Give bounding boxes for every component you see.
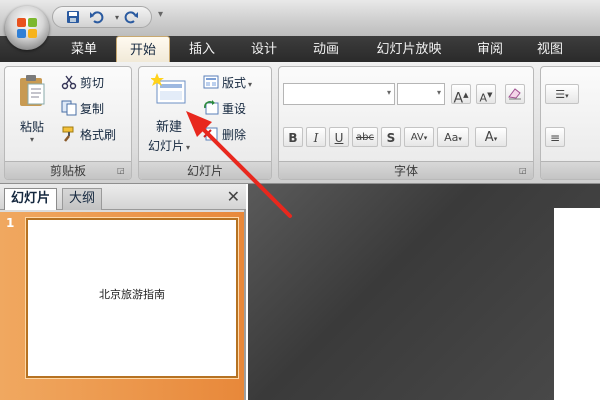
format-painter-icon [62, 126, 74, 142]
tab-outline[interactable]: 大纲 [62, 188, 103, 210]
slide-panel: 幻灯片 大纲 ✕ 1 北京旅游指南 [0, 184, 246, 400]
layout-icon [203, 75, 219, 89]
bold-button[interactable]: B [283, 127, 303, 147]
customize-toolbar-icon[interactable]: ▾ [158, 9, 163, 20]
copy-label: 复制 [80, 102, 105, 116]
tab-home[interactable]: 开始 [116, 36, 170, 64]
slide-edit-area[interactable] [248, 184, 600, 400]
strikethrough-button[interactable]: abc [352, 127, 378, 147]
clipboard-launcher-icon[interactable]: ◲ [117, 166, 127, 176]
cut-icon [61, 75, 77, 90]
format-painter-label: 格式刷 [80, 128, 117, 142]
quick-access-toolbar: ▾ [52, 6, 152, 28]
new-slide-dropdown-icon[interactable]: ▾ [186, 143, 190, 152]
paste-dropdown-icon[interactable]: ▾ [11, 135, 53, 144]
reset-button[interactable]: 重设 [203, 99, 246, 119]
paste-icon [20, 75, 45, 106]
tab-slides[interactable]: 幻灯片 [4, 188, 58, 210]
reset-label: 重设 [222, 102, 247, 116]
paragraph-group: ☰▾ ≡ [540, 66, 600, 180]
delete-icon [203, 127, 218, 141]
cut-label: 剪切 [80, 76, 105, 90]
panel-tabs: 幻灯片 大纲 ✕ [0, 184, 246, 210]
paste-label: 粘贴 [19, 120, 44, 134]
font-color-button[interactable]: A▾ [475, 127, 507, 147]
tab-view[interactable]: 视图 [526, 38, 574, 62]
selected-slide-row[interactable]: 1 北京旅游指南 [0, 212, 244, 400]
new-slide-label-2-text: 幻灯片 [147, 139, 184, 153]
char-spacing-label: AV [410, 132, 424, 143]
layout-button[interactable]: 版式 ▾ [203, 73, 252, 93]
shadow-button[interactable]: S [381, 127, 401, 147]
title-bar: ▾ ▾ [0, 0, 600, 36]
slide-number: 1 [6, 216, 15, 230]
underline-button[interactable]: U [329, 127, 349, 147]
save-icon[interactable] [65, 10, 81, 26]
grow-font-label: A [453, 90, 464, 107]
change-case-button[interactable]: Aa▾ [437, 127, 469, 147]
copy-icon [61, 100, 77, 116]
delete-button[interactable]: 删除 [203, 125, 246, 145]
new-slide-icon [150, 73, 186, 104]
delete-label: 删除 [222, 128, 247, 142]
tab-menu[interactable]: 菜单 [60, 38, 108, 62]
align-left-button[interactable]: ≡ [545, 127, 565, 147]
tab-animation[interactable]: 动画 [302, 38, 350, 62]
ribbon: 粘贴 ▾ 剪切 复制 格式刷 剪贴板 ◲ 新建 幻灯片 ▾ 版式 ▾ 重设 删除… [0, 62, 600, 184]
font-color-label: A [484, 130, 494, 145]
redo-icon[interactable] [123, 10, 139, 26]
layout-dropdown-icon[interactable]: ▾ [248, 80, 252, 89]
format-painter-button[interactable]: 格式刷 [61, 125, 116, 145]
italic-button[interactable]: I [306, 127, 326, 147]
slides-group-label: 幻灯片 [139, 161, 271, 179]
office-button[interactable] [5, 6, 49, 50]
font-name-dropdown-icon[interactable]: ▾ [387, 88, 391, 97]
clear-format-button[interactable] [505, 84, 525, 104]
font-size-combo[interactable]: ▾ [397, 83, 445, 105]
tab-design[interactable]: 设计 [240, 38, 288, 62]
slide-thumbnail[interactable]: 北京旅游指南 [26, 218, 238, 378]
layout-label: 版式 [222, 76, 247, 90]
clear-format-icon [508, 88, 521, 100]
grow-font-button[interactable]: A▲ [451, 84, 471, 107]
change-case-label: Aa [444, 131, 459, 144]
slide-thumbnail-title: 北京旅游指南 [99, 288, 165, 301]
font-launcher-icon[interactable]: ◲ [519, 166, 529, 176]
tab-slideshow[interactable]: 幻灯片放映 [364, 38, 454, 62]
char-spacing-button[interactable]: AV▾ [404, 127, 434, 147]
font-name-combo[interactable]: ▾ [283, 83, 395, 105]
paragraph-group-label [541, 161, 600, 179]
reset-icon [204, 100, 219, 115]
clipboard-group-label: 剪贴板 [5, 161, 131, 179]
slides-group: 新建 幻灯片 ▾ 版式 ▾ 重设 删除 幻灯片 [138, 66, 272, 180]
bullets-button[interactable]: ☰▾ [545, 84, 579, 104]
new-slide-button[interactable]: 新建 幻灯片 ▾ [143, 73, 195, 159]
font-group: ▾ ▾ A▲ A▼ B I U abc S AV▾ Aa▾ A▾ 字体 ◲ [278, 66, 534, 180]
clipboard-group: 粘贴 ▾ 剪切 复制 格式刷 剪贴板 ◲ [4, 66, 132, 180]
close-icon[interactable]: ✕ [227, 188, 240, 206]
tab-insert[interactable]: 插入 [178, 38, 226, 62]
office-logo-icon [17, 18, 37, 38]
ribbon-tab-bar: 菜单 开始 插入 设计 动画 幻灯片放映 审阅 视图 [0, 36, 600, 64]
slide-canvas[interactable] [554, 208, 600, 400]
new-slide-label-2: 幻灯片 ▾ [143, 137, 195, 154]
font-group-label: 字体 [279, 161, 533, 179]
copy-button[interactable]: 复制 [61, 99, 104, 119]
cut-button[interactable]: 剪切 [61, 73, 104, 93]
shrink-font-button[interactable]: A▼ [476, 84, 496, 105]
undo-icon[interactable] [89, 10, 105, 26]
paste-button[interactable]: 粘贴 ▾ [11, 73, 53, 153]
tab-review[interactable]: 审阅 [466, 38, 514, 62]
shrink-font-label: A [479, 91, 488, 105]
new-slide-label-1: 新建 [155, 120, 182, 135]
font-size-dropdown-icon[interactable]: ▾ [437, 88, 441, 97]
